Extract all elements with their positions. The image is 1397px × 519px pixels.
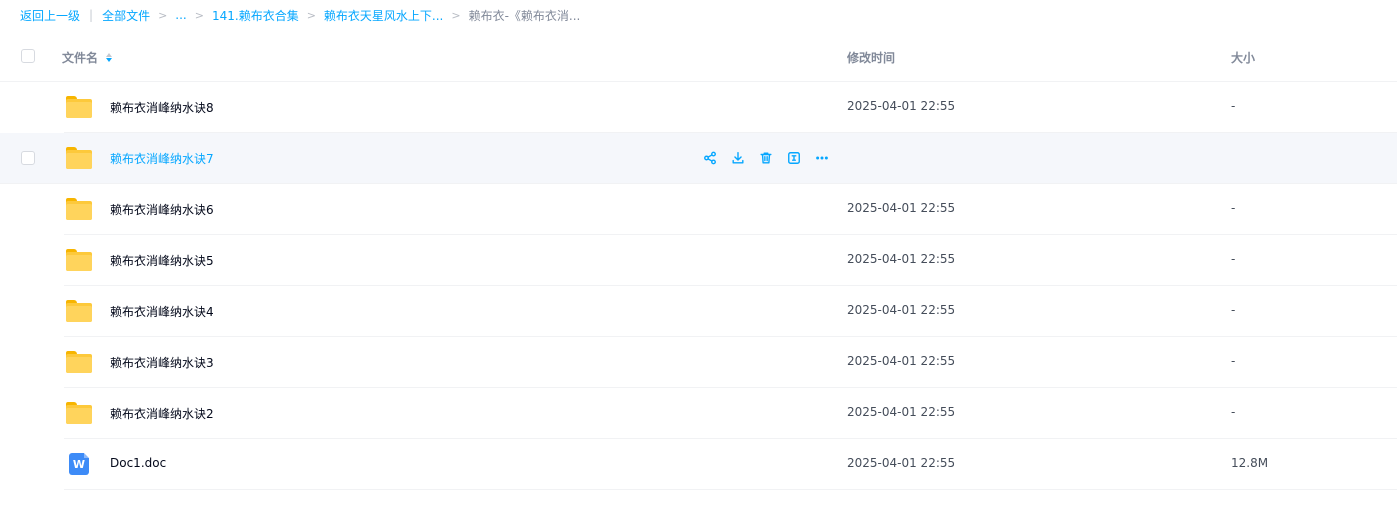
breadcrumb-item-collection[interactable]: 141.赖布衣合集: [212, 7, 299, 24]
breadcrumb-item-parent[interactable]: 赖布衣天星风水上下...: [324, 7, 443, 24]
breadcrumb-separator: >: [158, 8, 168, 22]
word-doc-icon: W: [69, 453, 89, 475]
column-header-name[interactable]: 文件名: [62, 49, 113, 66]
file-row[interactable]: 赖布衣消峰纳水诀2 2025-04-01 22:55 -: [0, 388, 1397, 439]
file-name[interactable]: 赖布衣消峰纳水诀5: [110, 252, 214, 269]
breadcrumb-current: 赖布衣-《赖布衣消...: [468, 8, 581, 23]
file-name[interactable]: 赖布衣消峰纳水诀6: [110, 201, 214, 218]
folder-icon: [66, 198, 92, 220]
file-size: -: [1231, 99, 1236, 113]
download-icon[interactable]: [730, 150, 746, 166]
share-icon[interactable]: [702, 150, 718, 166]
column-header-size[interactable]: 大小: [1231, 49, 1255, 66]
file-modified-time: 2025-04-01 22:55: [847, 405, 956, 419]
file-name[interactable]: 赖布衣消峰纳水诀3: [110, 354, 214, 371]
file-size: -: [1231, 201, 1236, 215]
file-name[interactable]: 赖布衣消峰纳水诀4: [110, 303, 214, 320]
breadcrumb-separator: >: [306, 8, 316, 22]
file-size: -: [1231, 303, 1236, 317]
file-name[interactable]: Doc1.doc: [110, 456, 166, 470]
select-all-checkbox[interactable]: [21, 49, 35, 63]
file-size: 12.8M: [1231, 456, 1269, 470]
breadcrumb-separator: >: [451, 8, 461, 22]
file-modified-time: 2025-04-01 22:55: [847, 456, 956, 470]
file-size: -: [1231, 354, 1236, 368]
file-modified-time: 2025-04-01 22:55: [847, 303, 956, 317]
row-actions: [702, 150, 830, 166]
folder-icon: [66, 96, 92, 118]
file-name[interactable]: 赖布衣消峰纳水诀7: [110, 150, 214, 167]
breadcrumb-divider: |: [89, 8, 94, 22]
back-link[interactable]: 返回上一级: [20, 7, 80, 24]
file-name[interactable]: 赖布衣消峰纳水诀8: [110, 99, 214, 116]
rename-icon[interactable]: [786, 150, 802, 166]
row-checkbox[interactable]: [21, 151, 35, 165]
file-name[interactable]: 赖布衣消峰纳水诀2: [110, 405, 214, 422]
sort-icon[interactable]: [106, 53, 113, 62]
folder-icon: [66, 147, 92, 169]
breadcrumb-separator: >: [194, 8, 204, 22]
file-row[interactable]: 赖布衣消峰纳水诀4 2025-04-01 22:55 -: [0, 286, 1397, 337]
file-row[interactable]: 赖布衣消峰纳水诀6 2025-04-01 22:55 -: [0, 184, 1397, 235]
file-modified-time: 2025-04-01 22:55: [847, 201, 956, 215]
folder-icon: [66, 249, 92, 271]
row-divider: [64, 489, 1397, 490]
file-size: -: [1231, 252, 1236, 266]
delete-icon[interactable]: [758, 150, 774, 166]
column-header-modified[interactable]: 修改时间: [847, 49, 895, 66]
file-row[interactable]: 赖布衣消峰纳水诀8 2025-04-01 22:55 -: [0, 82, 1397, 133]
file-modified-time: 2025-04-01 22:55: [847, 354, 956, 368]
breadcrumb: 返回上一级 | 全部文件 > ... > 141.赖布衣合集 > 赖布衣天星风水…: [20, 6, 580, 24]
breadcrumb-ellipsis[interactable]: ...: [175, 8, 186, 22]
folder-icon: [66, 300, 92, 322]
file-list-header: 文件名 修改时间 大小: [0, 33, 1397, 82]
file-list: 赖布衣消峰纳水诀8 2025-04-01 22:55 - 赖布衣消峰纳水诀7 赖布衣消峰…: [0, 82, 1397, 490]
file-row[interactable]: 赖布衣消峰纳水诀5 2025-04-01 22:55 -: [0, 235, 1397, 286]
folder-icon: [66, 351, 92, 373]
breadcrumb-all-files[interactable]: 全部文件: [102, 7, 150, 24]
file-row[interactable]: W Doc1.doc 2025-04-01 22:55 12.8M: [0, 439, 1397, 490]
column-header-name-label: 文件名: [62, 51, 99, 65]
file-row[interactable]: 赖布衣消峰纳水诀7: [0, 133, 1397, 184]
file-modified-time: 2025-04-01 22:55: [847, 99, 956, 113]
file-size: -: [1231, 405, 1236, 419]
file-modified-time: 2025-04-01 22:55: [847, 252, 956, 266]
folder-icon: [66, 402, 92, 424]
file-row[interactable]: 赖布衣消峰纳水诀3 2025-04-01 22:55 -: [0, 337, 1397, 388]
more-icon[interactable]: [814, 150, 830, 166]
